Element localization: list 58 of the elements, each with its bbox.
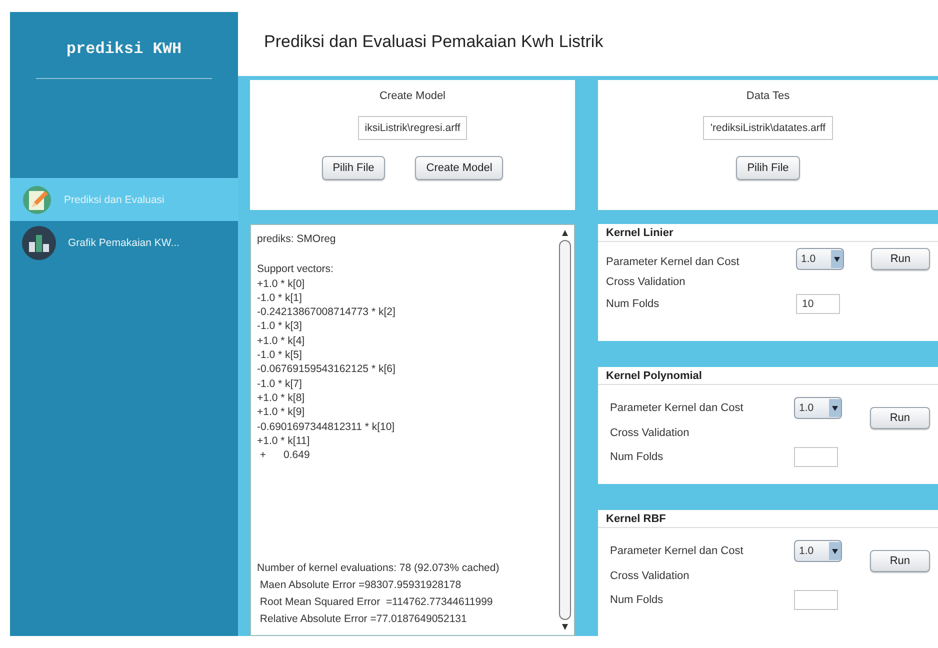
bar-chart-icon (22, 226, 56, 260)
output-line: -1.0 * k[1] (257, 290, 303, 306)
scrollbar-track[interactable] (559, 240, 571, 620)
cost-dropdown[interactable]: 1.0 (794, 397, 842, 419)
output-line: prediks: SMOreg (257, 232, 337, 246)
output-line: +1.0 * k[8] (257, 390, 306, 406)
output-line: Root Mean Squared Error =114762.77344611999 (258, 595, 494, 610)
output-line: Support vectors: (257, 262, 334, 277)
field-label: Cross Validation (606, 276, 686, 288)
file-path-field[interactable]: iksiListrik\regresi.arff (358, 116, 468, 140)
file-button[interactable]: Create Model (415, 156, 504, 180)
dropdown-arrow-icon (832, 406, 838, 410)
run-button[interactable]: Run (870, 550, 930, 572)
output-line: +1.0 * k[11] (257, 434, 311, 448)
panel-title: Kernel Linier (598, 224, 938, 242)
output-line: -0.06769159543162125 * k[6] (257, 362, 396, 377)
file-button[interactable]: Pilih File (322, 156, 386, 180)
scroll-down-icon[interactable] (561, 623, 569, 631)
field-label: Num Folds (610, 594, 664, 606)
card-title: Create Model (379, 90, 446, 102)
field-label: Parameter Kernel dan Cost (610, 545, 744, 557)
num-folds-field[interactable]: 10 (796, 294, 840, 314)
field-label: Cross Validation (610, 427, 690, 439)
dropdown-arrow-icon (832, 548, 838, 554)
card-title: Data Tes (746, 90, 790, 102)
panel-title: Kernel Polynomial (598, 367, 938, 385)
app-title: prediksi KWH (65, 40, 183, 58)
cost-dropdown[interactable]: 1.0 (794, 540, 842, 562)
output-line: + 0.649 (258, 448, 311, 462)
output-line: -0.6901697344812311 * k[10] (257, 420, 396, 434)
field-label: Num Folds (606, 298, 660, 310)
pencil-note-icon (22, 184, 52, 214)
field-label: Num Folds (610, 451, 664, 463)
scroll-up-icon[interactable] (561, 229, 569, 237)
output-line: +1.0 * k[4] (257, 334, 306, 348)
output-line: -0.24213867008714773 * k[2] (257, 305, 396, 320)
dropdown-arrow-icon (834, 256, 840, 262)
output-line: Maen Absolute Error =98307.95931928178 (258, 578, 462, 593)
output-line: Relative Absolute Error =77.0187649052131 (258, 612, 468, 627)
file-path-field[interactable]: 'rediksiListrik\datates.arff (703, 116, 833, 140)
output-line: +1.0 * k[9] (257, 405, 306, 420)
field-label: Cross Validation (610, 570, 690, 582)
run-button[interactable]: Run (870, 248, 930, 270)
num-folds-field[interactable] (794, 447, 838, 467)
panel-title: Kernel RBF (598, 510, 938, 528)
output-line: +1.0 * k[0] (257, 276, 306, 291)
page-title: Prediksi dan Evaluasi Pemakaian Kwh Listrik (263, 31, 604, 53)
field-label: Parameter Kernel dan Cost (610, 402, 744, 414)
cost-dropdown[interactable]: 1.0 (796, 248, 844, 270)
num-folds-field[interactable] (794, 590, 838, 610)
output-line: -1.0 * k[3] (257, 319, 303, 334)
output-line: -1.0 * k[7] (257, 376, 303, 391)
field-label: Parameter Kernel dan Cost (606, 255, 740, 268)
run-button[interactable]: Run (870, 407, 930, 429)
output-line: -1.0 * k[5] (257, 348, 303, 362)
output-line: Number of kernel evaluations: 78 (92.073% cached) (257, 561, 500, 576)
sidebar-item[interactable]: Grafik Pemakaian KW... (10, 221, 238, 264)
file-button[interactable]: Pilih File (736, 156, 800, 180)
